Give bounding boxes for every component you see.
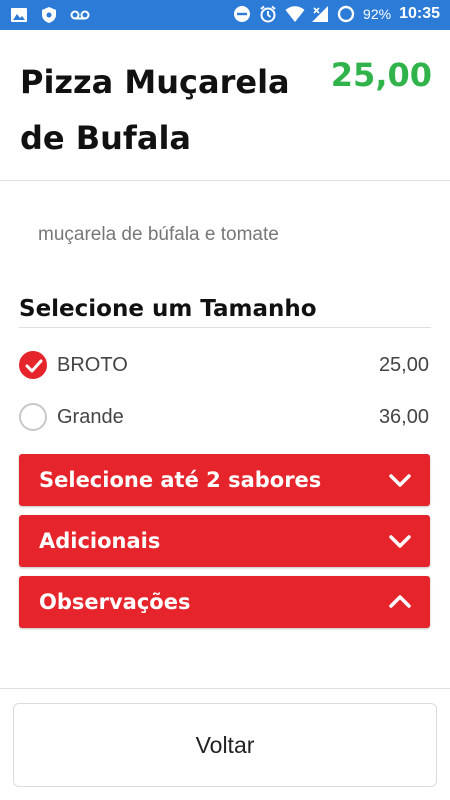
size-option-broto[interactable]: BROTO 25,00 [19,347,429,383]
section-divider [19,327,431,328]
voicemail-icon [70,6,90,24]
size-option-price: 25,00 [378,353,429,376]
status-bar-system: 92% 10:35 [233,5,440,23]
chevron-down-icon [388,529,412,553]
product-title: Pizza Muçarela de Bufala [20,63,290,157]
size-option-grande[interactable]: Grande 36,00 [19,399,429,435]
radio-unchecked-icon[interactable] [19,403,47,431]
signal-icon [311,5,329,23]
chevron-down-icon [388,468,412,492]
product-price: 25,00 [330,56,432,94]
chevron-up-icon [388,590,412,614]
accordion-flavors[interactable]: Selecione até 2 sabores [19,454,430,506]
footer-divider [0,688,450,689]
battery-percent: 92% [363,6,392,22]
back-button[interactable]: Voltar [13,703,437,787]
size-section-title: Selecione um Tamanho [19,296,317,322]
accordion-notes[interactable]: Observações [19,576,430,628]
size-option-label: BROTO [57,353,128,376]
size-option-price: 36,00 [378,405,429,428]
accordion-label: Observações [39,590,191,614]
image-icon [10,6,28,24]
accordion-label: Selecione até 2 sabores [39,468,322,492]
product-header: Pizza Muçarela de Bufala 25,00 [0,30,450,181]
clock: 10:35 [399,5,440,22]
sync-icon [337,5,355,23]
size-option-label: Grande [57,405,124,428]
alarm-icon [259,5,277,23]
wifi-icon [285,5,305,23]
radio-checked-icon[interactable] [19,351,47,379]
status-bar-notifications [10,6,90,24]
shield-icon [40,6,58,24]
accordion-label: Adicionais [39,529,161,553]
accordion-additionals[interactable]: Adicionais [19,515,430,567]
status-bar: 92% 10:35 [0,0,450,30]
dnd-icon [233,5,251,23]
product-description: muçarela de búfala e tomate [38,224,279,245]
